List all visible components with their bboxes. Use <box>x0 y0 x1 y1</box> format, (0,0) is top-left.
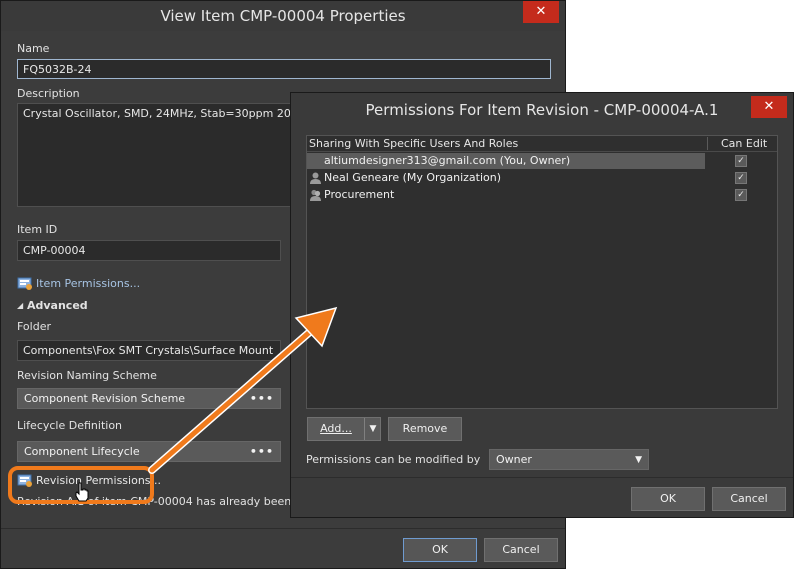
item-dialog-title: View Item CMP-00004 Properties <box>160 7 406 25</box>
can-edit-checkbox[interactable]: ✓ <box>735 172 747 184</box>
folder-label: Folder <box>17 320 51 333</box>
hand-cursor-icon <box>75 482 89 502</box>
add-button-label: Add... <box>320 422 352 435</box>
lifecycle-label: Lifecycle Definition <box>17 419 123 432</box>
revision-naming-value: Component Revision Scheme <box>24 392 186 405</box>
permissions-dialog-close-button[interactable]: ✕ <box>751 96 787 118</box>
item-id-label: Item ID <box>17 223 58 236</box>
description-label: Description <box>17 87 80 100</box>
sharing-row[interactable]: altiumdesigner313@gmail.com (You, Owner)… <box>307 153 777 169</box>
sharing-list-header: Sharing With Specific Users And Roles Ca… <box>307 136 777 152</box>
item-dialog-ok-button[interactable]: OK <box>403 538 477 562</box>
sharing-row-name: Procurement <box>324 188 395 201</box>
item-permissions-link-label: Item Permissions... <box>36 277 141 290</box>
add-dropdown-divider <box>364 418 365 440</box>
sharing-list[interactable]: Sharing With Specific Users And Roles Ca… <box>306 135 778 409</box>
column-sharing-header[interactable]: Sharing With Specific Users And Roles <box>309 136 518 151</box>
chevron-down-icon[interactable]: ▼ <box>366 418 380 440</box>
modified-by-value: Owner <box>496 453 532 466</box>
item-dialog-footer <box>1 528 565 529</box>
column-divider <box>707 137 708 150</box>
can-edit-checkbox[interactable]: ✓ <box>735 189 747 201</box>
folder-field[interactable]: Components\Fox SMT Crystals\Surface Moun… <box>17 340 281 361</box>
revision-naming-label: Revision Naming Scheme <box>17 369 157 382</box>
name-field[interactable]: FQ5032B-24 <box>17 59 551 79</box>
permissions-dialog-titlebar: Permissions For Item Revision - CMP-0000… <box>291 93 793 127</box>
permissions-cancel-button[interactable]: Cancel <box>712 487 786 511</box>
sharing-row[interactable]: Procurement ✓ <box>307 187 777 203</box>
chevron-down-icon: ▼ <box>635 455 642 465</box>
remove-button[interactable]: Remove <box>388 417 462 441</box>
lifecycle-value: Component Lifecycle <box>24 445 140 458</box>
permissions-dialog-title: Permissions For Item Revision - CMP-0000… <box>365 101 719 119</box>
column-can-edit-header[interactable]: Can Edit <box>721 136 767 151</box>
description-text: Crystal Oscillator, SMD, 24MHz, Stab=30p… <box>23 107 299 120</box>
sharing-row-name: altiumdesigner313@gmail.com (You, Owner) <box>307 153 705 169</box>
modified-by-label: Permissions can be modified by <box>306 453 481 466</box>
revision-naming-combo[interactable]: Component Revision Scheme ••• <box>17 388 281 409</box>
sharing-row[interactable]: Neal Geneare (My Organization) ✓ <box>307 170 777 186</box>
item-dialog-close-button[interactable]: ✕ <box>523 1 559 23</box>
permissions-dialog: Permissions For Item Revision - CMP-0000… <box>290 92 794 518</box>
item-dialog-titlebar: View Item CMP-00004 Properties <box>1 1 565 31</box>
more-options-icon[interactable]: ••• <box>250 389 274 408</box>
item-id-field[interactable]: CMP-00004 <box>17 240 281 261</box>
add-button[interactable]: Add... ▼ <box>307 417 381 441</box>
permissions-ok-button[interactable]: OK <box>631 487 705 511</box>
item-dialog-cancel-button[interactable]: Cancel <box>484 538 558 562</box>
modified-by-select[interactable]: Owner ▼ <box>489 449 649 470</box>
advanced-label: Advanced <box>27 299 88 312</box>
lifecycle-combo[interactable]: Component Lifecycle ••• <box>17 441 281 462</box>
description-field[interactable]: Crystal Oscillator, SMD, 24MHz, Stab=30p… <box>17 103 299 207</box>
can-edit-checkbox[interactable]: ✓ <box>735 155 747 167</box>
collapse-triangle-icon: ◢ <box>17 301 24 310</box>
name-label: Name <box>17 42 50 55</box>
permissions-dialog-footer-divider <box>291 477 793 478</box>
more-options-icon[interactable]: ••• <box>250 442 274 461</box>
permissions-icon <box>17 277 32 290</box>
sharing-row-name: Neal Geneare (My Organization) <box>324 171 502 184</box>
